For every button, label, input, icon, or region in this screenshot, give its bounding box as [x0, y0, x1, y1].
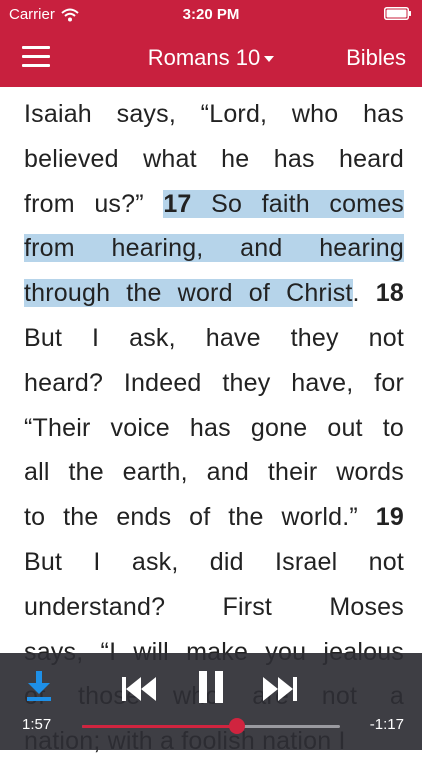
verse-text: . — [352, 279, 376, 308]
text-line: all the earth, and their words — [24, 450, 404, 495]
text-line: But I ask, have they not — [24, 316, 404, 361]
text-line: “Their voice has gone out to — [24, 406, 404, 451]
skip-back-icon[interactable] — [121, 675, 157, 703]
progress-thumb[interactable] — [228, 718, 245, 734]
progress-fill — [82, 725, 237, 728]
verse-text: But I ask, have they not — [24, 323, 404, 352]
caret-down-icon — [264, 56, 275, 63]
status-carrier: Carrier — [9, 6, 79, 23]
wifi-icon — [61, 8, 79, 21]
battery-icon — [384, 7, 411, 20]
menu-icon — [22, 64, 50, 67]
menu-icon — [22, 55, 50, 58]
text-line: through the word of Christ. 18 — [24, 271, 404, 316]
highlighted-text: So faith comes — [191, 189, 404, 218]
verse-number[interactable]: 18 — [376, 279, 404, 307]
download-icon[interactable] — [24, 669, 54, 703]
menu-button[interactable] — [18, 42, 54, 72]
progress-slider[interactable] — [82, 718, 340, 734]
chapter-title: Romans 10 — [147, 45, 261, 70]
text-line: from us?” 17 So faith comes — [24, 182, 404, 227]
verse-text: to the ends of the world.” — [24, 503, 376, 532]
verse-number[interactable]: 17 — [163, 189, 192, 218]
skip-forward-icon[interactable] — [262, 675, 298, 703]
app-header: Carrier 3:20 PM Romans 10 Bibles — [0, 0, 422, 87]
highlighted-text: through the word of Christ — [24, 279, 353, 308]
text-line: heard? Indeed they have, for — [24, 361, 404, 406]
audio-player: 1:57 -1:17 — [0, 653, 422, 750]
verse-text: from us?” — [24, 189, 164, 218]
text-line: Isaiah says, “Lord, who has — [24, 92, 404, 137]
verse-text: “Their voice has gone out to — [24, 413, 404, 442]
verse-text: all the earth, and their words — [24, 458, 404, 487]
verse-number[interactable]: 19 — [376, 503, 404, 531]
pause-icon[interactable] — [196, 669, 226, 705]
carrier-label: Carrier — [9, 6, 55, 23]
text-line: understand? First Moses — [24, 585, 404, 630]
status-bar: Carrier 3:20 PM — [0, 0, 422, 30]
nav-bar: Romans 10 Bibles — [0, 30, 422, 87]
text-line: But I ask, did Israel not — [24, 540, 404, 585]
verse-text: understand? First Moses — [24, 592, 404, 621]
time-elapsed: 1:57 — [22, 716, 52, 733]
highlighted-text: from hearing, and hearing — [24, 234, 404, 263]
menu-icon — [22, 46, 50, 49]
text-line: to the ends of the world.” 19 — [24, 495, 404, 540]
verse-text: believed what he has heard — [24, 144, 404, 173]
bibles-button[interactable]: Bibles — [346, 45, 406, 71]
text-line: from hearing, and hearing — [24, 226, 404, 271]
status-right — [384, 7, 412, 20]
time-remaining: -1:17 — [369, 716, 404, 733]
text-line: believed what he has heard — [24, 137, 404, 182]
chapter-selector[interactable]: Romans 10 — [148, 45, 275, 70]
verse-text: But I ask, did Israel not — [24, 547, 404, 576]
verse-text: Isaiah says, “Lord, who has — [24, 100, 404, 128]
verse-text: heard? Indeed they have, for — [24, 368, 404, 397]
